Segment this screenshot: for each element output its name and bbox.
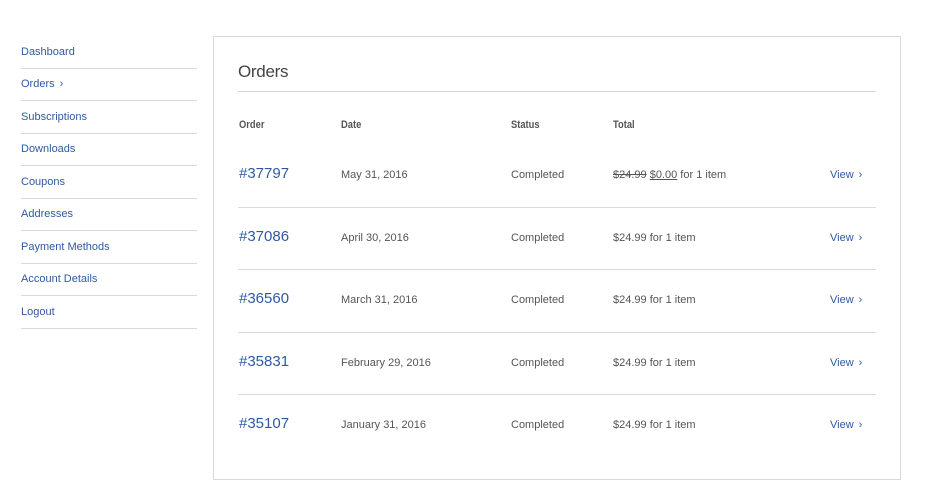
view-order-button[interactable]: View ›: [830, 357, 862, 369]
view-order-button[interactable]: View ›: [830, 419, 862, 431]
order-date: May 31, 2016: [341, 169, 408, 181]
discounted-price: $0.00: [649, 169, 678, 181]
order-status: Completed: [511, 231, 565, 244]
order-status: Completed: [511, 356, 565, 369]
order-number-link[interactable]: #36560: [239, 290, 289, 307]
table-row: #37797 May 31, 2016 Completed $24.99 $0.…: [238, 145, 876, 208]
column-header-date: Date: [341, 119, 362, 131]
sidebar-item-label: Coupons: [21, 175, 66, 188]
table-row: #37086 April 30, 2016 Completed $24.99 f…: [238, 208, 876, 270]
order-status: Completed: [511, 169, 565, 181]
order-date: March 31, 2016: [341, 294, 418, 306]
view-label: View: [830, 419, 854, 431]
sidebar-item-addresses[interactable]: Addresses: [21, 199, 197, 231]
chevron-right-icon: ›: [858, 356, 863, 369]
view-label: View: [830, 294, 854, 306]
order-total: $24.99 for 1 item: [613, 356, 696, 369]
order-number-link[interactable]: #35831: [239, 353, 289, 370]
column-header-order: Order: [239, 119, 265, 131]
page-title: Orders: [238, 62, 289, 81]
order-total: $24.99 for 1 item: [613, 419, 696, 431]
order-date: February 29, 2016: [341, 356, 431, 369]
sidebar-item-dashboard[interactable]: Dashboard: [21, 36, 197, 69]
chevron-right-icon: ›: [858, 419, 863, 431]
sidebar-item-label: Orders: [21, 78, 55, 91]
sidebar-item-label: Logout: [21, 305, 55, 318]
order-total: $24.99 for 1 item: [613, 231, 696, 244]
table-row: #36560 March 31, 2016 Completed $24.99 f…: [238, 270, 876, 333]
chevron-right-icon: ›: [858, 231, 863, 244]
orders-table: #37797 May 31, 2016 Completed $24.99 $0.…: [238, 145, 876, 458]
column-header-status: Status: [511, 119, 540, 131]
order-date: January 31, 2016: [341, 419, 427, 431]
order-number-link[interactable]: #37797: [239, 165, 289, 182]
orders-panel: Orders Order Date Status Total #37797 Ma…: [213, 36, 901, 480]
sidebar-item-coupons[interactable]: Coupons: [21, 166, 197, 199]
order-status: Completed: [511, 294, 565, 306]
order-number-link[interactable]: #37086: [239, 228, 289, 245]
sidebar-item-label: Dashboard: [21, 45, 75, 58]
table-row: #35831 February 29, 2016 Completed $24.9…: [238, 333, 876, 395]
sidebar-item-label: Account Details: [21, 273, 98, 286]
order-number-link[interactable]: #35107: [239, 415, 289, 432]
chevron-right-icon: ›: [59, 78, 64, 91]
order-total: $24.99 $0.00 for 1 item: [613, 169, 726, 181]
account-navigation: Dashboard Orders › Subscriptions Download…: [21, 36, 197, 329]
order-total: $24.99 for 1 item: [613, 294, 696, 306]
view-label: View: [830, 231, 854, 244]
table-row: #35107 January 31, 2016 Completed $24.99…: [238, 395, 876, 458]
view-order-button[interactable]: View ›: [830, 232, 862, 244]
order-date: April 30, 2016: [341, 231, 409, 244]
sidebar-item-orders[interactable]: Orders ›: [21, 69, 197, 101]
view-order-button[interactable]: View ›: [830, 294, 862, 306]
column-header-total: Total: [613, 119, 635, 131]
sidebar-item-label: Downloads: [21, 143, 76, 156]
sidebar-item-subscriptions[interactable]: Subscriptions: [21, 101, 197, 134]
total-suffix: for 1 item: [677, 169, 727, 181]
view-label: View: [830, 356, 854, 369]
view-label: View: [830, 169, 854, 181]
sidebar-item-logout[interactable]: Logout: [21, 296, 197, 329]
chevron-right-icon: ›: [858, 169, 863, 181]
view-order-button[interactable]: View ›: [830, 169, 862, 181]
sidebar-item-label: Payment Methods: [21, 240, 110, 253]
sidebar-item-label: Addresses: [21, 208, 73, 221]
title-divider: [238, 91, 876, 92]
original-price: $24.99: [613, 169, 647, 181]
sidebar-item-payment-methods[interactable]: Payment Methods: [21, 231, 197, 264]
chevron-right-icon: ›: [858, 294, 863, 306]
sidebar-item-downloads[interactable]: Downloads: [21, 134, 197, 166]
order-status: Completed: [511, 419, 565, 431]
sidebar-item-account-details[interactable]: Account Details: [21, 264, 197, 296]
sidebar-item-label: Subscriptions: [21, 110, 88, 123]
